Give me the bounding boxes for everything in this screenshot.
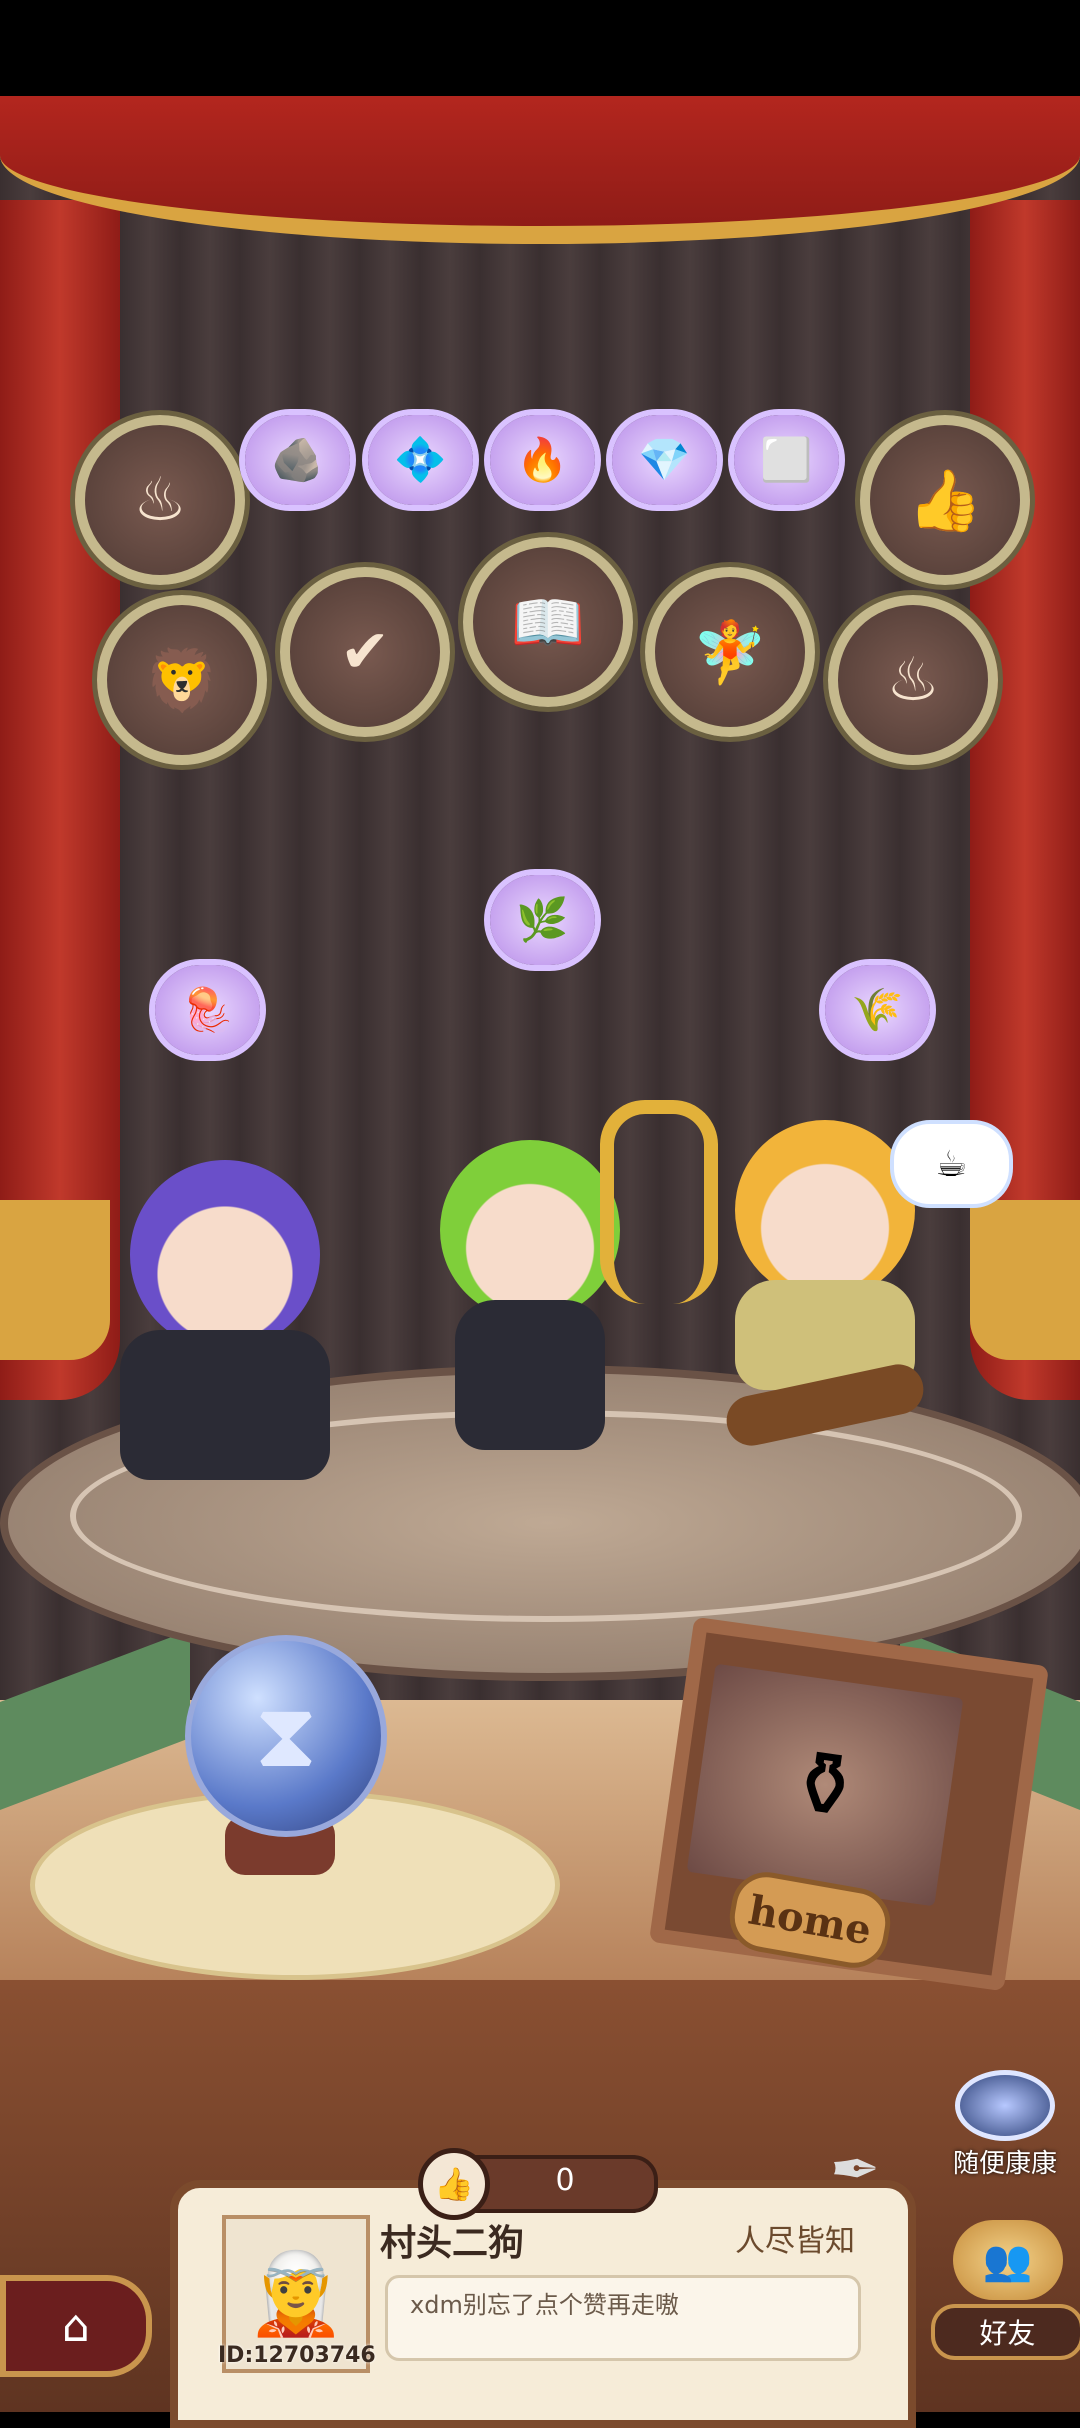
character-body <box>120 1330 330 1480</box>
player-title: 人尽皆知 <box>735 2224 855 2259</box>
thumbs-up-icon: 👍 <box>434 2165 474 2203</box>
character-head <box>130 1160 320 1350</box>
blue-crystal-icon: 💎 <box>638 435 691 484</box>
item-ore-pile[interactable]: 🪨 <box>245 415 350 505</box>
medal-lion-face[interactable]: 🦁 <box>97 595 267 765</box>
hourglass-icon: ⧗ <box>254 1683 318 1788</box>
item-white-stone[interactable]: ⬜ <box>734 415 839 505</box>
medal-thumb-flower[interactable]: 👍 <box>860 415 1030 585</box>
curtain-left-fringe <box>0 1200 110 1360</box>
item-fire-ore[interactable]: 🔥 <box>490 415 595 505</box>
house-icon: ⌂ <box>62 2300 90 2352</box>
user-id: ID:12703746 <box>218 2343 376 2368</box>
cauldron-icon: ♨ <box>133 465 187 535</box>
friends-label: 好友 <box>931 2304 1080 2360</box>
medal-fairy[interactable]: 🧚 <box>645 567 815 737</box>
status-bar <box>0 0 1080 96</box>
cauldron-icon: ⚱ <box>780 1727 870 1843</box>
golden-wheat-icon: 🌾 <box>851 985 904 1034</box>
character-head <box>735 1120 915 1300</box>
fairy-icon: 🧚 <box>692 617 768 688</box>
white-stone-icon: ⬜ <box>760 435 813 484</box>
item-jellyfish[interactable]: 🪼 <box>155 965 260 1055</box>
portal-icon <box>955 2070 1055 2141</box>
item-golden-wheat[interactable]: 🌾 <box>825 965 930 1055</box>
hourglass-orb-button[interactable]: ⧗ <box>185 1635 387 1837</box>
nickname: 村头二狗 <box>380 2223 525 2264</box>
teacup-icon: ☕ <box>935 1143 968 1185</box>
curtain-right-fringe <box>970 1200 1080 1360</box>
gem-plate-icon: 💠 <box>394 435 447 484</box>
friends-button[interactable]: 👥 好友 <box>931 2220 1080 2360</box>
random-visit-label: 随便康康 <box>952 2149 1057 2179</box>
medal-scroll-check[interactable]: ✔ <box>280 567 450 737</box>
item-blue-crystal[interactable]: 💎 <box>612 415 717 505</box>
quill-icon[interactable]: ✒ <box>830 2135 880 2205</box>
medal-book[interactable]: 📖 <box>463 537 633 707</box>
character-purple-maid[interactable] <box>120 1160 330 1480</box>
item-gem-plate[interactable]: 💠 <box>368 415 473 505</box>
thumb-flower-icon: 👍 <box>907 465 983 536</box>
medal-cauldron-2[interactable]: ♨ <box>828 595 998 765</box>
cauldron-picture: ⚱ <box>686 1663 964 1907</box>
jellyfish-icon: 🪼 <box>181 985 234 1034</box>
like-button[interactable]: 👍 <box>418 2148 490 2220</box>
thought-bubble: ☕ <box>890 1120 1013 1208</box>
scroll-check-icon: ✔ <box>339 617 391 687</box>
motto-text: xdm别忘了点个赞再走嗷 <box>410 2291 679 2319</box>
herb-icon: 🌿 <box>516 895 569 944</box>
medal-cauldron[interactable]: ♨ <box>75 415 245 585</box>
like-count: 0 <box>555 2162 575 2198</box>
home-button[interactable]: ⌂ <box>0 2275 152 2377</box>
random-visit-button[interactable]: 随便康康 <box>950 2070 1060 2180</box>
friends-icon: 👥 <box>952 2220 1063 2300</box>
character-green-maid[interactable] <box>440 1140 620 1450</box>
cauldron-icon: ♨ <box>886 645 940 715</box>
lion-face-icon: 🦁 <box>144 645 220 716</box>
character-head <box>440 1140 620 1320</box>
character-body <box>455 1300 605 1450</box>
golden-ribbon-icon <box>600 1100 718 1304</box>
green-maid-avatar-icon: 🧝 <box>246 2247 346 2340</box>
item-herb[interactable]: 🌿 <box>490 875 595 965</box>
fire-ore-icon: 🔥 <box>516 435 569 484</box>
ore-pile-icon: 🪨 <box>271 435 324 484</box>
book-icon: 📖 <box>510 587 586 658</box>
